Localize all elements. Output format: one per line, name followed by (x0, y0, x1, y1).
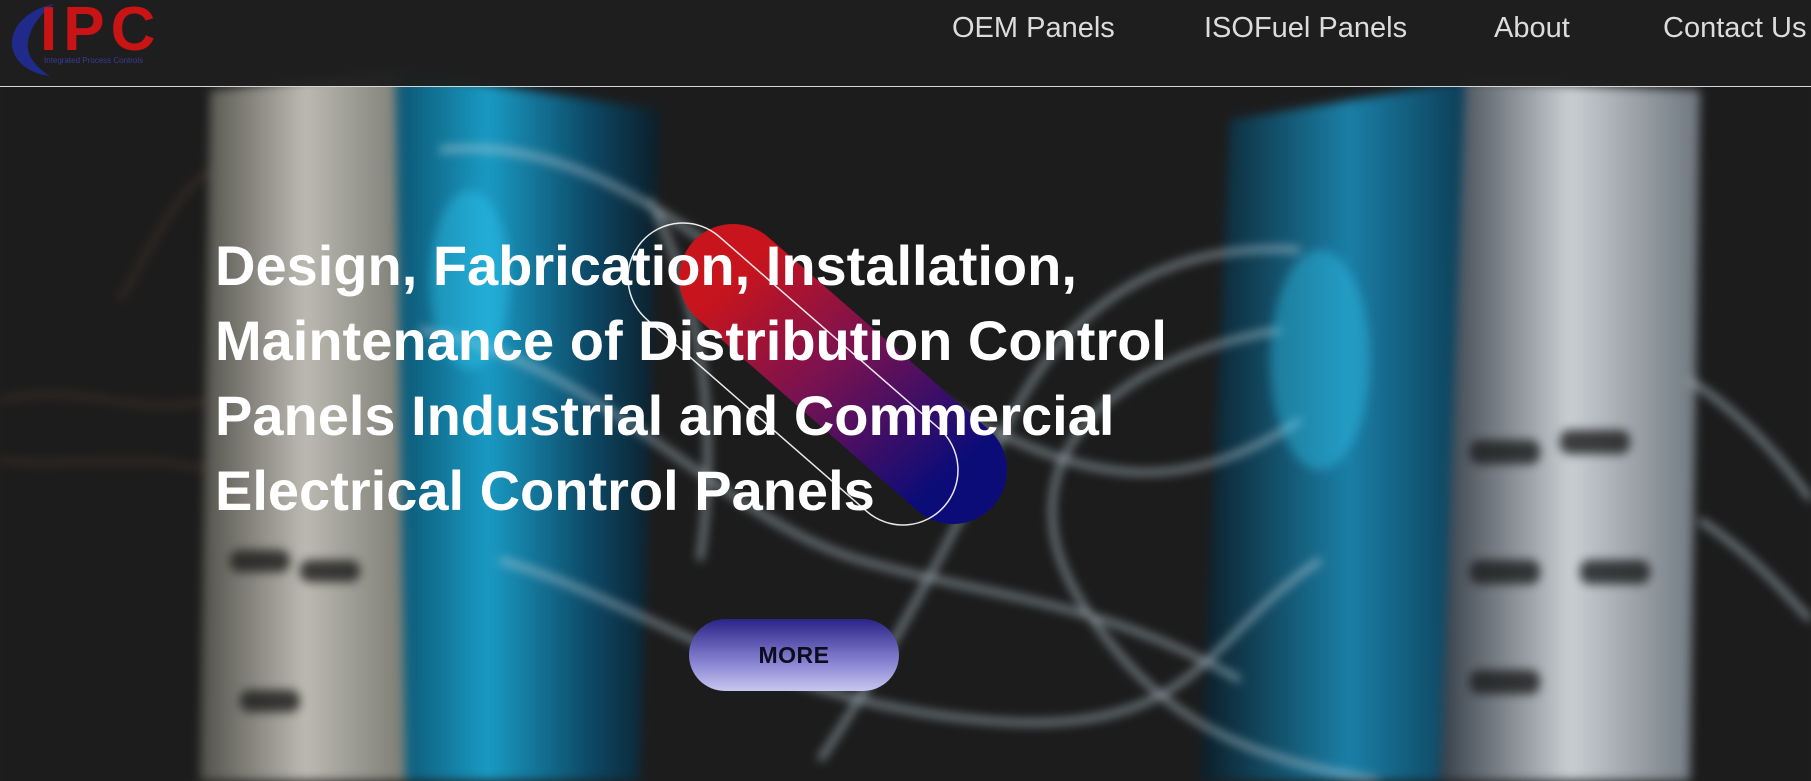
page: IPC Integrated Process Controls OEM Pane… (0, 0, 1811, 781)
hero-heading: Design, Fabrication, Installation, Maint… (215, 228, 1215, 528)
nav-link-about[interactable]: About (1494, 12, 1570, 48)
hero-heading-line: Design, Fabrication, Installation, (215, 234, 1077, 297)
site-header: IPC Integrated Process Controls OEM Pane… (0, 0, 1811, 87)
hero-heading-line: Electrical Control Panels (215, 459, 875, 522)
nav-link-oem-panels[interactable]: OEM Panels (952, 12, 1115, 48)
hero-heading-line: Maintenance of Distribution Control (215, 309, 1167, 372)
logo-tagline: Integrated Process Controls (44, 56, 144, 65)
nav-link-contact-us[interactable]: Contact Us (1663, 12, 1806, 48)
nav-link-isofuel-panels[interactable]: ISOFuel Panels (1204, 12, 1407, 48)
hero-heading-line: Panels Industrial and Commercial (215, 384, 1115, 447)
ipc-logo[interactable]: IPC Integrated Process Controls (6, 0, 176, 80)
more-button[interactable]: MORE (689, 619, 899, 691)
